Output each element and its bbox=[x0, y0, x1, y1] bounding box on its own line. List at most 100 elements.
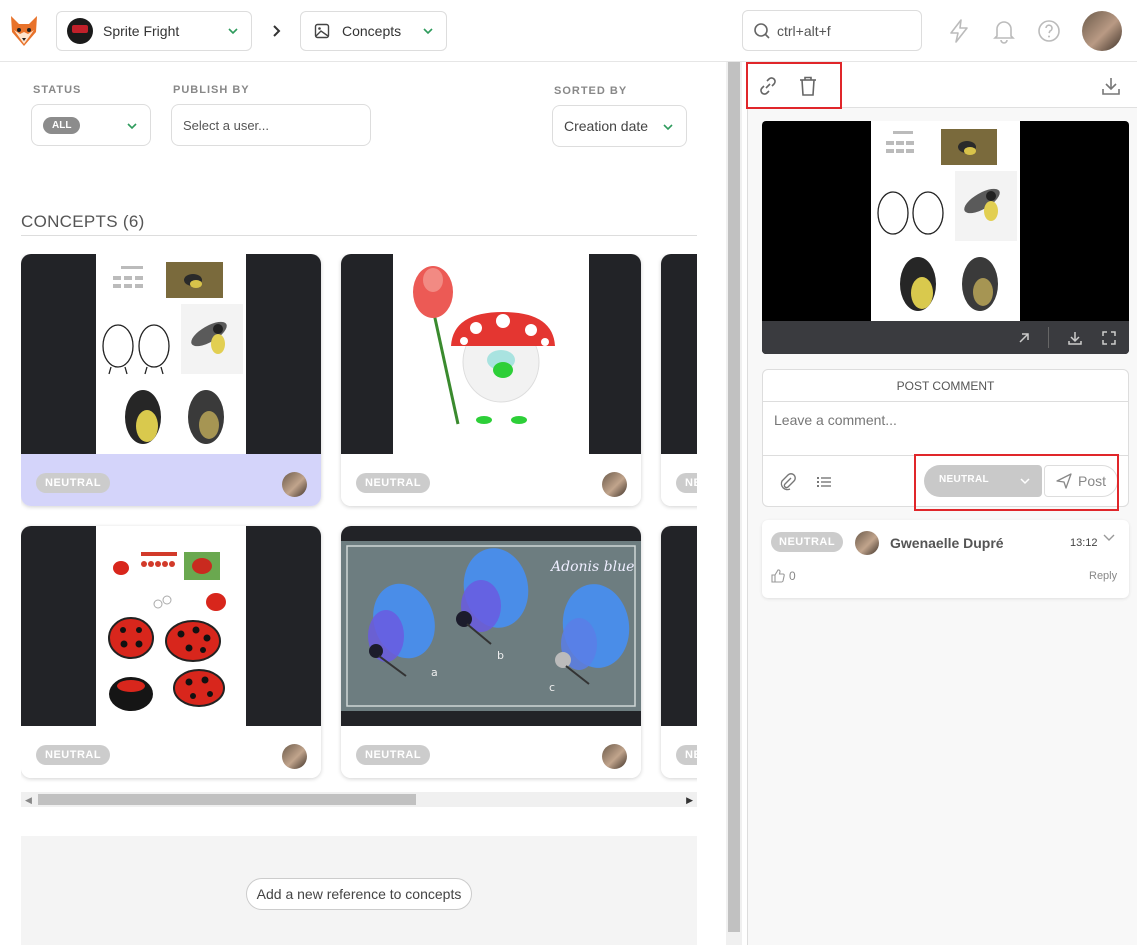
avatar bbox=[602, 472, 627, 497]
checklist-icon[interactable] bbox=[816, 474, 832, 490]
concept-card[interactable]: NE bbox=[661, 254, 697, 506]
scrollbar-thumb[interactable] bbox=[38, 794, 416, 805]
post-comment-form: POST COMMENT Leave a comment... NEUTRAL … bbox=[762, 369, 1129, 511]
card-footer: NE bbox=[661, 726, 697, 778]
attachment-icon[interactable] bbox=[779, 473, 797, 491]
scrollbar-thumb[interactable] bbox=[728, 62, 740, 932]
fullscreen-icon[interactable] bbox=[1101, 330, 1117, 346]
reply-link[interactable]: Reply bbox=[1089, 570, 1117, 582]
concept-card[interactable]: NEUTRAL bbox=[21, 254, 321, 506]
project-avatar bbox=[67, 18, 93, 44]
top-bar: Sprite Fright Concepts ctrl+alt+f bbox=[0, 0, 1137, 62]
concept-detail-panel: POST COMMENT Leave a comment... NEUTRAL … bbox=[746, 62, 1137, 945]
section-name: Concepts bbox=[342, 23, 402, 39]
concepts-grid: NEUTRAL NEUTRAL N NEUTRAL Adonis blue a … bbox=[21, 254, 697, 784]
comment-placeholder: Leave a comment... bbox=[774, 412, 897, 428]
concept-card[interactable]: NEUTRAL bbox=[21, 526, 321, 778]
butterfly-label: b bbox=[497, 649, 504, 662]
bell-icon[interactable] bbox=[991, 18, 1017, 44]
lightning-icon[interactable] bbox=[946, 18, 972, 44]
status-badge: NE bbox=[676, 745, 697, 765]
publish-filter-label: PUBLISH BY bbox=[173, 84, 250, 96]
concepts-title: CONCEPTS (6) bbox=[21, 212, 145, 231]
concepts-list-panel: STATUS ALL PUBLISH BY Select a user... S… bbox=[0, 62, 726, 945]
preview-controls bbox=[762, 321, 1129, 354]
chevron-down-icon bbox=[663, 124, 673, 131]
open-external-icon[interactable] bbox=[1017, 331, 1031, 345]
avatar bbox=[282, 744, 307, 769]
search-input[interactable]: ctrl+alt+f bbox=[742, 10, 922, 51]
publish-by-input[interactable]: Select a user... bbox=[171, 104, 371, 146]
project-selector[interactable]: Sprite Fright bbox=[56, 11, 252, 51]
concept-preview[interactable] bbox=[762, 121, 1129, 354]
panel-toolbar bbox=[746, 62, 1137, 109]
download-icon[interactable] bbox=[1067, 330, 1083, 346]
sort-value: Creation date bbox=[564, 118, 649, 134]
concept-card[interactable]: Adonis blue a b c NEUTRAL bbox=[341, 526, 641, 778]
scroll-right-arrow-icon[interactable]: ▶ bbox=[686, 795, 693, 806]
like-button[interactable]: 0 bbox=[771, 569, 796, 583]
search-placeholder: ctrl+alt+f bbox=[777, 22, 831, 39]
mushroom-character-image bbox=[393, 254, 589, 454]
status-filter-label: STATUS bbox=[33, 84, 82, 96]
ladybugs-sketch-image bbox=[96, 526, 246, 726]
help-icon[interactable] bbox=[1036, 18, 1062, 44]
user-avatar[interactable] bbox=[1082, 11, 1122, 51]
butterflies-illustration-image: Adonis blue a b c bbox=[341, 541, 641, 711]
status-filter-value: ALL bbox=[43, 116, 81, 134]
status-filter[interactable]: ALL bbox=[31, 104, 151, 146]
chevron-down-icon[interactable] bbox=[1103, 533, 1115, 543]
concept-thumbnail[interactable] bbox=[661, 526, 697, 726]
butterfly-label: c bbox=[549, 681, 555, 694]
comment-textarea[interactable]: Leave a comment... bbox=[763, 402, 1128, 456]
add-reference-area: Add a new reference to concepts bbox=[21, 836, 697, 945]
card-footer: NEUTRAL bbox=[341, 454, 641, 506]
chevron-down-icon bbox=[127, 123, 137, 130]
comment-author: Gwenaelle Dupré bbox=[890, 535, 1004, 551]
concept-thumbnail[interactable] bbox=[661, 254, 697, 454]
thumbs-up-icon bbox=[771, 569, 785, 583]
card-footer: NE bbox=[661, 454, 697, 506]
kitsu-fox-logo[interactable] bbox=[8, 14, 40, 48]
post-comment-title: POST COMMENT bbox=[763, 370, 1128, 402]
concept-thumbnail[interactable] bbox=[341, 254, 641, 454]
highlight-box bbox=[914, 454, 1119, 511]
divider bbox=[1048, 327, 1049, 348]
vertical-scrollbar[interactable] bbox=[726, 62, 742, 945]
breadcrumb-arrow-icon bbox=[273, 25, 281, 37]
chevron-down-icon bbox=[423, 28, 433, 35]
birds-sketch-preview-image bbox=[871, 121, 1020, 321]
publish-by-placeholder: Select a user... bbox=[183, 117, 269, 133]
section-selector[interactable]: Concepts bbox=[300, 11, 447, 51]
concept-card[interactable]: NEUTRAL bbox=[341, 254, 641, 506]
card-footer: NEUTRAL bbox=[21, 454, 321, 506]
status-badge: NEUTRAL bbox=[356, 473, 431, 493]
avatar bbox=[855, 531, 879, 555]
search-icon bbox=[754, 22, 770, 39]
sorted-by-label: SORTED BY bbox=[554, 85, 628, 97]
highlight-box bbox=[746, 62, 842, 109]
sort-select[interactable]: Creation date bbox=[552, 105, 687, 147]
card-footer: NEUTRAL bbox=[341, 726, 641, 778]
birds-sketch-image bbox=[96, 254, 246, 454]
concept-thumbnail[interactable]: Adonis blue a b c bbox=[341, 526, 641, 726]
concept-thumbnail[interactable] bbox=[21, 526, 321, 726]
concept-card[interactable]: NE bbox=[661, 526, 697, 778]
concept-caption: Adonis blue bbox=[549, 559, 634, 575]
divider bbox=[21, 235, 697, 236]
status-badge: NEUTRAL bbox=[356, 745, 431, 765]
download-icon[interactable] bbox=[1100, 75, 1122, 97]
status-badge: NE bbox=[676, 473, 697, 493]
concept-thumbnail[interactable] bbox=[21, 254, 321, 454]
horizontal-scrollbar[interactable]: ◀ ▶ bbox=[21, 792, 697, 807]
comment-item: NEUTRAL Gwenaelle Dupré 13:12 0 Reply bbox=[762, 520, 1129, 598]
add-reference-button[interactable]: Add a new reference to concepts bbox=[246, 878, 472, 910]
avatar bbox=[602, 744, 627, 769]
avatar bbox=[282, 472, 307, 497]
like-count: 0 bbox=[789, 569, 796, 583]
status-badge: NEUTRAL bbox=[771, 532, 844, 552]
comment-time: 13:12 bbox=[1070, 537, 1098, 549]
status-badge: NEUTRAL bbox=[36, 745, 111, 765]
card-footer: NEUTRAL bbox=[21, 726, 321, 778]
scroll-left-arrow-icon[interactable]: ◀ bbox=[25, 795, 32, 806]
